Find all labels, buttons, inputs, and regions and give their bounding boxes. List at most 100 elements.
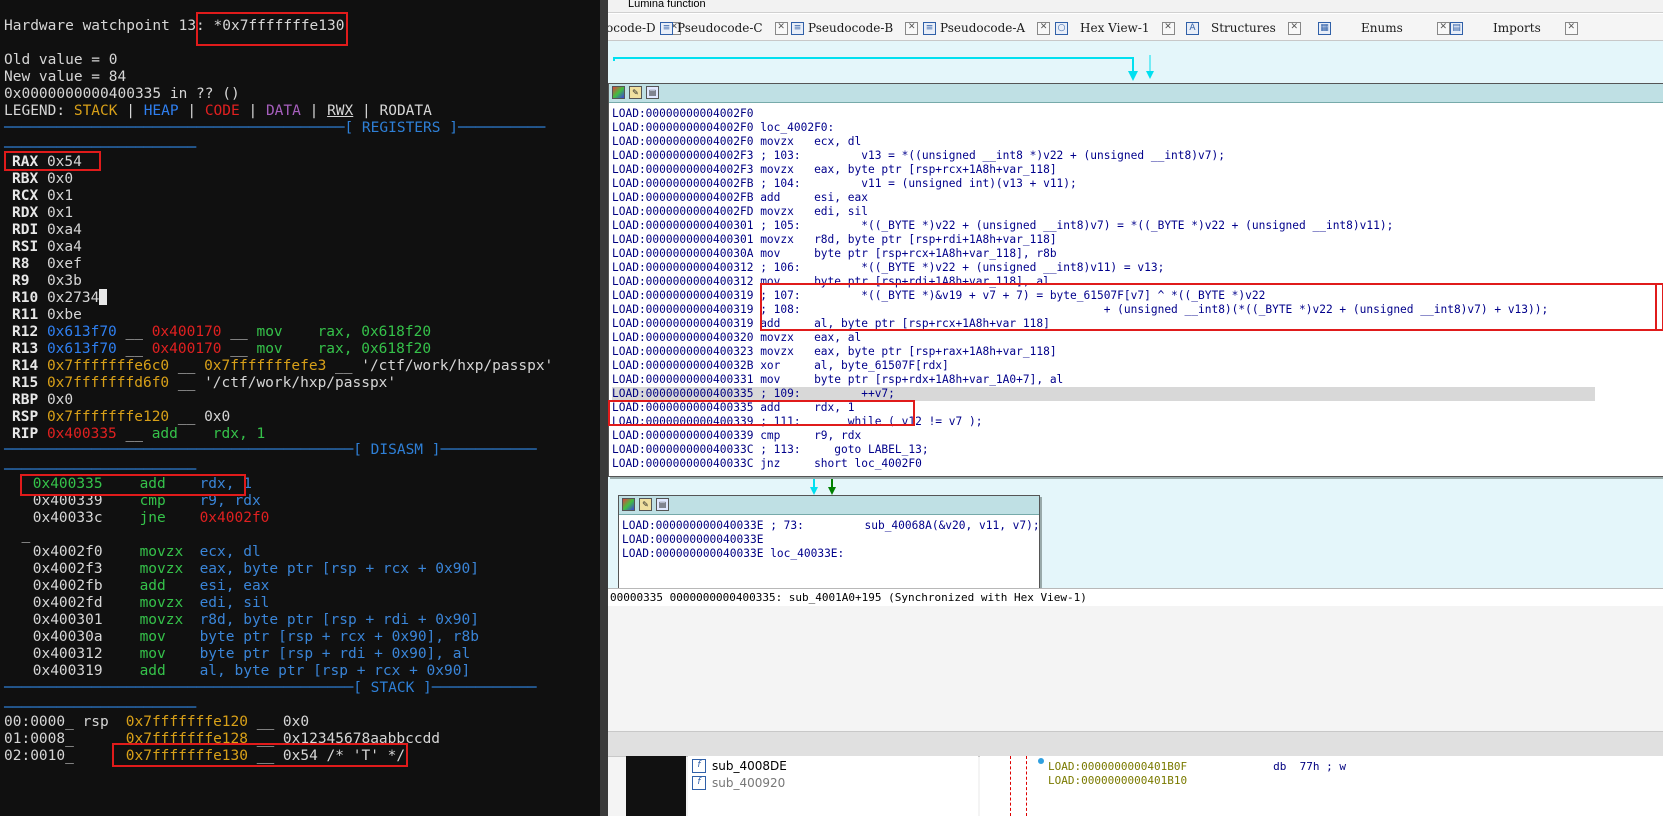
- close-icon[interactable]: ✕: [774, 21, 788, 35]
- code-line[interactable]: LOAD:00000000004002FB add esi, eax: [612, 191, 868, 205]
- register-value: 0xbe: [46, 307, 82, 323]
- disasm-row: 0x400335 add rdx, 1: [4, 475, 252, 493]
- gdb-terminal[interactable]: Hardware watchpoint 13: *0x7fffffffe130 …: [0, 0, 600, 816]
- disasm-prefix: [4, 561, 13, 577]
- code-line[interactable]: LOAD:0000000000400319 ; 108: + (unsigned…: [612, 303, 1548, 317]
- node-code[interactable]: LOAD:00000000004002F0 LOAD:00000000004002…: [609, 103, 1663, 473]
- register-value: 0x7fffffffe6c0: [46, 358, 170, 374]
- functions-list[interactable]: f sub_4008DE f sub_400920: [688, 756, 978, 816]
- pane-splitter[interactable]: [600, 0, 608, 816]
- function-item[interactable]: f sub_400920: [692, 776, 785, 790]
- watchpoint-label: Hardware watchpoint 13:: [4, 18, 214, 34]
- disasm-addr: 0x400312: [32, 646, 103, 662]
- disassembly-listing[interactable]: LOAD:0000000000401B0F db 77h ; w LOAD:00…: [980, 756, 1663, 816]
- register-deref: 0x7fffffffefe3: [204, 358, 327, 374]
- line-text: ; 105: *((_BYTE *)v22 + (unsigned __int8…: [753, 219, 1394, 232]
- register-target: 0x0: [204, 409, 231, 425]
- color-icon[interactable]: [612, 86, 625, 99]
- close-icon[interactable]: ✕: [1436, 21, 1450, 35]
- function-item[interactable]: f sub_4008DE: [692, 759, 787, 773]
- disasm-prefix: [4, 646, 13, 662]
- graph-node-loop[interactable]: ✎ ▤ LOAD:00000000004002F0 LOAD:0000000000…: [608, 83, 1663, 477]
- code-line[interactable]: LOAD:0000000000400301 ; 105: *((_BYTE *)…: [612, 219, 1393, 233]
- disasm-operands: byte ptr [rsp + rcx + 0x90], r8b: [199, 629, 479, 645]
- tab-imports[interactable]: ▤ Imports ✕: [1450, 17, 1578, 39]
- line-text: ; 113: goto LABEL_13;: [753, 443, 929, 456]
- cursor: [99, 289, 108, 305]
- register-row: RDX 0x1: [12, 204, 73, 222]
- group-icon[interactable]: ▤: [646, 86, 659, 99]
- arrow-sep: __: [169, 409, 205, 425]
- code-line[interactable]: LOAD:0000000000400320 movzx eax, al: [612, 331, 861, 345]
- disasm-addr: 0x4002f0: [32, 544, 103, 560]
- code-line[interactable]: LOAD:0000000000400339 cmp r9, rdx: [612, 429, 861, 443]
- line-text: ; 111: while ( v12 != v7 );: [753, 415, 983, 428]
- code-line[interactable]: LOAD:000000000040033E ; 73: sub_40068A(&…: [622, 519, 1040, 533]
- tab-enums[interactable]: ▦ Enums ✕: [1318, 17, 1450, 39]
- color-icon[interactable]: [622, 498, 635, 511]
- register-row: R14 0x7fffffffe6c0 __ 0x7fffffffefe3 __ …: [12, 357, 553, 375]
- code-line[interactable]: LOAD:0000000000400319 add al, byte ptr […: [612, 317, 1050, 331]
- ida-title-strip: Lumina function: [608, 0, 1663, 13]
- close-icon[interactable]: ✕: [1287, 21, 1301, 35]
- code-line[interactable]: LOAD:000000000040033E loc_40033E:: [622, 547, 844, 561]
- close-icon[interactable]: ✕: [1564, 21, 1578, 35]
- tab-pseudocode-b[interactable]: ≡ Pseudocode-B ✕: [791, 17, 919, 39]
- code-line[interactable]: LOAD:0000000000400312 ; 106: *((_BYTE *)…: [612, 261, 1164, 275]
- line-text: movzx r8d, byte ptr [rsp+rdi+1A8h+var_11…: [753, 233, 1057, 246]
- stack-addr: 0x7fffffffe120: [125, 714, 248, 730]
- code-line[interactable]: LOAD:0000000000400319 ; 107: *((_BYTE *)…: [612, 289, 1265, 303]
- code-line[interactable]: LOAD:000000000040032B xor al, byte_61507…: [612, 359, 949, 373]
- register-row: R9 0x3b: [12, 272, 82, 290]
- code-line[interactable]: LOAD:0000000000400335 add rdx, 1: [612, 401, 855, 415]
- code-line[interactable]: LOAD:0000000000400339 ; 111: while ( v12…: [612, 415, 982, 429]
- line-address: LOAD:0000000000400339: [612, 429, 754, 442]
- disasm-mnemonic: jne: [139, 510, 166, 526]
- line-address: LOAD:0000000000400319: [612, 317, 754, 330]
- line-address: LOAD:000000000040032B: [612, 359, 754, 372]
- legend-code: CODE: [204, 103, 240, 119]
- graph-node-exit[interactable]: ✎ ▤ LOAD:000000000040033E ; 73: sub_4006…: [618, 495, 1040, 592]
- close-icon[interactable]: ✕: [905, 21, 919, 35]
- code-line[interactable]: LOAD:0000000000400335 ; 109: ++v7;: [612, 387, 1595, 401]
- code-line[interactable]: LOAD:00000000004002F0: [612, 107, 753, 121]
- code-line[interactable]: LOAD:00000000004002F3 ; 103: v13 = *((un…: [612, 149, 1225, 163]
- node-code[interactable]: LOAD:000000000040033E ; 73: sub_40068A(&…: [619, 515, 1040, 585]
- code-line[interactable]: LOAD:000000000040033C jnz short loc_4002…: [612, 457, 922, 471]
- code-line[interactable]: LOAD:000000000040033C ; 113: goto LABEL_…: [612, 443, 929, 457]
- rename-icon[interactable]: ✎: [629, 86, 642, 99]
- line-address: LOAD:0000000000400319: [612, 303, 754, 316]
- code-line[interactable]: LOAD:0000000000400301 movzx r8d, byte pt…: [612, 233, 1057, 247]
- code-line[interactable]: LOAD:0000000000400323 movzx eax, byte pt…: [612, 345, 1057, 359]
- code-line[interactable]: LOAD:000000000040030A mov byte ptr [rsp+…: [612, 247, 1057, 261]
- listing-addr: LOAD:0000000000401B10: [1048, 774, 1188, 787]
- code-line[interactable]: LOAD:0000000000400331 mov byte ptr [rsp+…: [612, 373, 1063, 387]
- code-line[interactable]: LOAD:00000000004002FD movzx edi, sil: [612, 205, 868, 219]
- disasm-prefix: _: [4, 527, 31, 543]
- code-line[interactable]: LOAD:000000000040033E: [622, 533, 763, 547]
- code-line[interactable]: LOAD:00000000004002F3 movzx eax, byte pt…: [612, 163, 1057, 177]
- close-icon[interactable]: ✕: [1037, 21, 1051, 35]
- register-value: 0x54: [46, 154, 82, 170]
- register-row: R13 0x613f70 __ 0x400170 __ mov rax, 0x6…: [12, 340, 431, 358]
- tab-hex-view[interactable]: ○ Hex View-1 ✕: [1055, 17, 1175, 39]
- arrow-sep: __: [169, 358, 205, 374]
- close-icon[interactable]: ✕: [1161, 21, 1175, 35]
- code-line[interactable]: LOAD:00000000004002FB ; 104: v11 = (unsi…: [612, 177, 1077, 191]
- register-row: RSI 0xa4: [12, 238, 82, 256]
- disasm-header: [ DISASM ]: [353, 442, 441, 458]
- tab-pseudocode-c[interactable]: ≡ Pseudocode-C ✕: [660, 17, 788, 39]
- code-line[interactable]: LOAD:00000000004002F0 loc_4002F0:: [612, 121, 834, 135]
- group-icon[interactable]: ▤: [656, 498, 669, 511]
- watchpoint-line: Hardware watchpoint 13: *0x7fffffffe130: [4, 17, 344, 35]
- graph-view[interactable]: ✎ ▤ LOAD:00000000004002F0 LOAD:0000000000…: [608, 41, 1663, 592]
- code-line[interactable]: LOAD:0000000000400312 mov byte ptr [rsp+…: [612, 275, 1050, 289]
- tab-pseudocode-a[interactable]: ≡ Pseudocode-A ✕: [923, 17, 1051, 39]
- line-address: LOAD:0000000000400335: [612, 401, 754, 414]
- tab-structures[interactable]: A Structures ✕: [1186, 17, 1301, 39]
- rename-icon[interactable]: ✎: [639, 498, 652, 511]
- line-text: movzx eax, al: [753, 331, 862, 344]
- code-line[interactable]: LOAD:00000000004002F0 movzx ecx, dl: [612, 135, 861, 149]
